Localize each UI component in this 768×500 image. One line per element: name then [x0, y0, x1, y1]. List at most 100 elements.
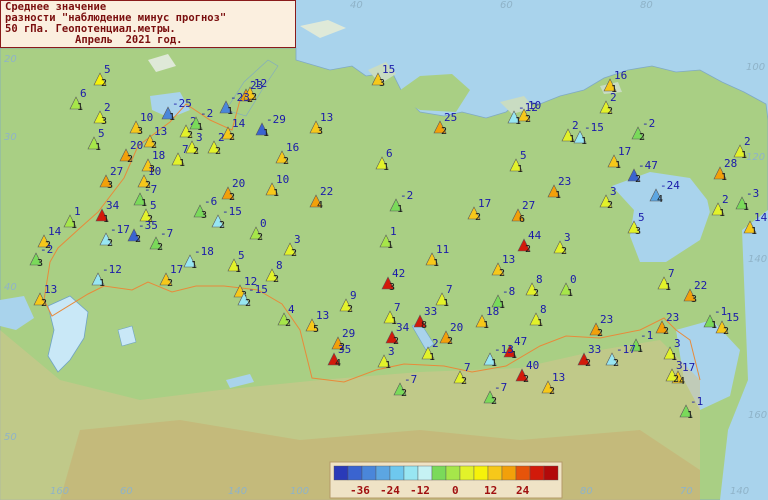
station-count: 4: [679, 376, 685, 387]
station-count: 1: [721, 172, 727, 183]
station-count: 2: [597, 328, 603, 339]
station-value: 7: [446, 283, 453, 296]
station-value: 34: [396, 321, 410, 334]
color-scale-swatch: [445, 465, 461, 481]
station-count: 2: [561, 246, 567, 257]
station-count: 2: [447, 336, 453, 347]
station-count: 1: [397, 204, 403, 215]
station-value: 20: [450, 321, 463, 334]
station-value: 3: [676, 359, 683, 372]
station-count: 2: [107, 238, 113, 249]
station-count: 3: [317, 126, 323, 137]
graticule-label: 160: [50, 486, 69, 497]
station-count: 3: [389, 282, 395, 293]
station-count: 1: [385, 360, 391, 371]
station-value: -15: [248, 283, 268, 296]
color-scale: -36 -24 -12 0 12 24: [329, 461, 563, 499]
station-count: 3: [201, 210, 207, 221]
station-count: 1: [273, 188, 279, 199]
station-value: 1: [390, 225, 397, 238]
station-count: 1: [263, 128, 269, 139]
station-value: 22: [694, 279, 707, 292]
station-count: 2: [663, 326, 669, 337]
station-count: 1: [555, 190, 561, 201]
color-scale-label: -12: [410, 484, 430, 497]
graticule-label: 100: [290, 486, 309, 497]
station-count: 2: [523, 374, 529, 385]
station-count: 2: [607, 200, 613, 211]
station-value: -24: [660, 179, 680, 192]
station-value: 27: [522, 199, 535, 212]
station-value: 3: [564, 231, 571, 244]
station-count: 1: [95, 142, 101, 153]
station-count: 2: [461, 376, 467, 387]
station-value: -1: [640, 329, 653, 342]
station-count: 2: [475, 212, 481, 223]
station-value: 3: [674, 337, 681, 350]
color-scale-swatch: [487, 465, 503, 481]
station-count: 1: [387, 240, 393, 251]
station-count: 2: [499, 268, 505, 279]
station-count: 3: [101, 116, 107, 127]
station-value: -7: [160, 227, 173, 240]
station-value: 13: [552, 371, 565, 384]
station-value: 8: [276, 259, 283, 272]
graticule-label: 60: [500, 0, 513, 11]
station-value: 33: [588, 343, 601, 356]
station-count: 2: [251, 92, 257, 103]
station-count: 3: [635, 226, 641, 237]
station-count: 1: [499, 300, 505, 311]
station-count: 2: [525, 244, 531, 255]
station-count: 1: [71, 220, 77, 231]
station-count: 1: [235, 264, 241, 275]
graticule-label: 140: [228, 486, 247, 497]
station-count: 3: [691, 294, 697, 305]
station-count: 3: [137, 126, 143, 137]
graticule-label: 140: [748, 254, 767, 265]
station-value: 8: [536, 273, 543, 286]
station-value: 5: [238, 249, 245, 262]
graticule-label: 160: [748, 410, 767, 421]
station-count: 1: [429, 352, 435, 363]
station-value: 2: [104, 101, 111, 114]
station-count: 2: [245, 298, 251, 309]
title-line-4: Апрель 2021 год.: [75, 34, 183, 46]
station-count: 2: [549, 386, 555, 397]
station-count: 2: [607, 106, 613, 117]
station-count: 1: [515, 116, 521, 127]
graticule-label: 100: [746, 62, 765, 73]
station-value: 44: [528, 229, 542, 242]
color-scale-swatch: [375, 465, 391, 481]
station-value: 20: [232, 177, 245, 190]
station-count: 1: [569, 134, 575, 145]
station-count: 2: [347, 304, 353, 315]
graticule-label: 40: [4, 282, 17, 293]
color-scale-swatch: [333, 465, 349, 481]
color-scale-label: 12: [484, 484, 497, 497]
station-count: 6: [519, 214, 525, 225]
station-count: 2: [673, 374, 679, 385]
station-count: 2: [441, 126, 447, 137]
station-value: -6: [204, 195, 217, 208]
station-value: 2: [432, 337, 439, 350]
color-scale-swatch: [347, 465, 363, 481]
station-count: 2: [283, 156, 289, 167]
graticule-label: 40: [350, 0, 363, 11]
station-value: 22: [320, 185, 333, 198]
graticule-label: 140: [730, 486, 749, 497]
station-value: 18: [152, 149, 165, 162]
station-count: 2: [229, 192, 235, 203]
station-count: 1: [711, 320, 717, 331]
station-count: 2: [533, 288, 539, 299]
map-canvas: 40 60 80 100 120 140 160 180 160 140 20 …: [0, 0, 768, 500]
station-count: 2: [285, 318, 291, 329]
station-count: 2: [127, 154, 133, 165]
station-value: 13: [316, 309, 329, 322]
station-value: 7: [464, 361, 471, 374]
station-value: -2: [40, 243, 53, 256]
station-value: 18: [486, 305, 499, 318]
station-count: 2: [101, 78, 107, 89]
color-scale-label: -24: [380, 484, 400, 497]
station-value: 0: [260, 217, 267, 230]
station-value: 14: [48, 225, 62, 238]
